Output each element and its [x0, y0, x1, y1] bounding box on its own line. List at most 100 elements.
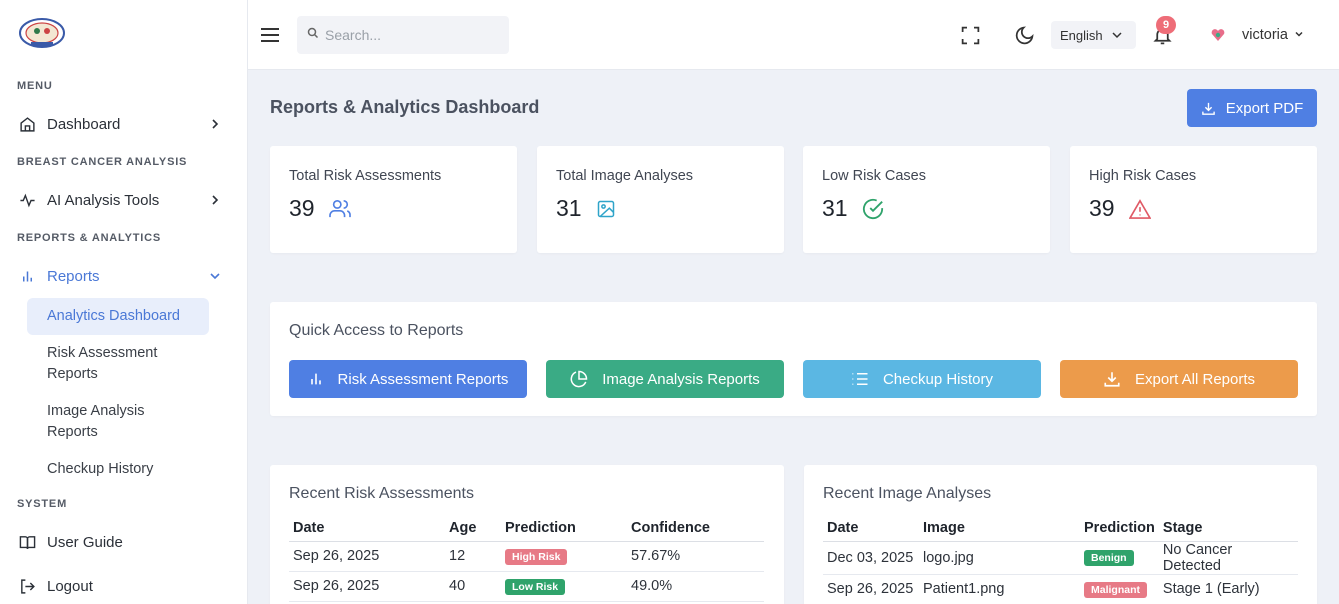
section-title-menu: MENU	[17, 80, 53, 92]
confidence-cell: 57.67%	[627, 541, 764, 572]
stat-label: Low Risk Cases	[822, 168, 926, 184]
sidebar-item-label: Dashboard	[47, 115, 121, 133]
download-icon	[1201, 101, 1216, 116]
image-analysis-reports-button[interactable]: Image Analysis Reports	[546, 360, 784, 398]
quick-button-label: Image Analysis Reports	[602, 370, 760, 388]
quick-access-card: Quick Access to Reports Risk Assessment …	[270, 302, 1317, 416]
sidebar-subitem-label: Reports	[47, 366, 98, 382]
chevron-right-icon	[208, 117, 222, 131]
recent-image-table: Date Image Prediction Stage Dec 03, 2025…	[823, 515, 1298, 604]
card-title: Recent Risk Assessments	[289, 485, 474, 502]
bar-chart-icon	[17, 266, 37, 286]
page-title: Reports & Analytics Dashboard	[270, 97, 540, 117]
search-input[interactable]	[325, 27, 495, 43]
column-header: Date	[823, 515, 919, 542]
column-header: Prediction	[1080, 515, 1159, 542]
table-row[interactable]: Sep 26, 2025 40 Low Risk 49.0%	[289, 571, 764, 602]
quick-button-label: Export All Reports	[1134, 370, 1256, 388]
topbar: English 9 victoria	[248, 0, 1339, 70]
chevron-down-icon	[1294, 27, 1304, 43]
check-circle-icon	[862, 198, 884, 220]
sidebar-item-ai-tools[interactable]: AI Analysis Tools	[17, 185, 222, 215]
sidebar-subitem-label: Checkup History	[47, 461, 154, 477]
image-icon	[596, 199, 616, 219]
quick-access-title: Quick Access to Reports	[289, 322, 464, 339]
chevron-down-icon	[1112, 28, 1122, 43]
quick-button-label: Risk Assessment Reports	[337, 370, 509, 388]
activity-icon	[17, 190, 37, 210]
dark-mode-moon-icon[interactable]	[1013, 24, 1035, 46]
language-label: English	[1060, 27, 1103, 43]
stat-label: High Risk Cases	[1089, 168, 1197, 184]
stat-value: 31	[556, 195, 582, 221]
chevron-right-icon	[208, 193, 222, 207]
date-cell: Sep 26, 2025	[823, 574, 919, 604]
card-title: Recent Image Analyses	[823, 485, 992, 502]
stat-value: 39	[1089, 195, 1115, 221]
column-header: Prediction	[501, 515, 627, 542]
sidebar-subitem-risk-assessment-reports[interactable]: Risk Assessment Reports	[27, 343, 209, 385]
sidebar-subitem-label: Risk Assessment	[47, 345, 158, 361]
language-select[interactable]: English	[1051, 21, 1136, 49]
sidebar: MENU Dashboard BREAST CANCER ANALYSIS AI…	[0, 0, 248, 604]
avatar	[1210, 27, 1226, 43]
confidence-cell: 49.0%	[627, 571, 764, 602]
table-row[interactable]: Sep 26, 2025 12 High Risk 57.67%	[289, 541, 764, 572]
warning-icon	[1128, 198, 1151, 219]
stat-card-total-image-analyses: Total Image Analyses 31	[537, 146, 784, 253]
stat-value: 39	[289, 195, 315, 221]
export-all-reports-button[interactable]: Export All Reports	[1060, 360, 1298, 398]
column-header: Date	[289, 515, 445, 542]
sidebar-subitem-analytics-dashboard[interactable]: Analytics Dashboard	[27, 298, 209, 335]
stat-card-total-risk-assessments: Total Risk Assessments 39	[270, 146, 517, 253]
column-header: Age	[445, 515, 501, 542]
users-icon	[328, 199, 351, 219]
table-row[interactable]: Sep 26, 2025 Patient1.png Malignant Stag…	[823, 574, 1298, 604]
app-logo[interactable]	[17, 16, 67, 50]
section-title-system: SYSTEM	[17, 498, 68, 510]
sidebar-subitem-checkup-history[interactable]: Checkup History	[27, 459, 209, 480]
age-cell: 40	[445, 571, 501, 602]
sidebar-subitem-label: Analytics Dashboard	[47, 308, 180, 324]
book-icon	[17, 532, 37, 552]
sidebar-item-dashboard[interactable]: Dashboard	[17, 109, 222, 139]
sidebar-item-logout[interactable]: Logout	[17, 571, 222, 601]
column-header: Confidence	[627, 515, 764, 542]
sidebar-item-label: AI Analysis Tools	[47, 191, 160, 209]
menu-toggle-icon[interactable]	[260, 25, 280, 45]
chevron-down-icon	[208, 269, 222, 283]
search-icon	[307, 26, 319, 44]
sidebar-item-reports[interactable]: Reports	[17, 261, 222, 291]
low-risk-badge: Low Risk	[505, 578, 566, 595]
stage-cell: No Cancer Detected	[1158, 541, 1298, 575]
stat-label: Total Image Analyses	[556, 168, 694, 184]
stat-label: Total Risk Assessments	[289, 168, 442, 184]
risk-assessment-reports-button[interactable]: Risk Assessment Reports	[289, 360, 527, 398]
sidebar-item-user-guide[interactable]: User Guide	[17, 527, 222, 557]
fullscreen-icon[interactable]	[959, 24, 981, 46]
section-title-breast-cancer: BREAST CANCER ANALYSIS	[17, 156, 188, 168]
user-menu[interactable]: victoria	[1210, 22, 1304, 48]
sidebar-subitem-image-analysis-reports[interactable]: Image Analysis Reports	[27, 401, 209, 443]
sidebar-item-label: User Guide	[47, 533, 123, 551]
image-cell: logo.jpg	[919, 541, 1080, 575]
recent-image-analyses-card: Recent Image Analyses Date Image Predict…	[804, 465, 1317, 604]
recent-risk-table: Date Age Prediction Confidence Sep 26, 2…	[289, 515, 764, 602]
sidebar-item-label: Reports	[47, 267, 100, 285]
home-icon	[17, 114, 37, 134]
logout-icon	[17, 576, 37, 596]
age-cell: 12	[445, 541, 501, 572]
stat-card-low-risk-cases: Low Risk Cases 31	[803, 146, 1050, 253]
checkup-history-button[interactable]: Checkup History	[803, 360, 1041, 398]
search-box	[297, 16, 509, 54]
recent-risk-assessments-card: Recent Risk Assessments Date Age Predict…	[270, 465, 784, 604]
high-risk-badge: High Risk	[505, 548, 568, 565]
quick-button-label: Checkup History	[882, 370, 994, 388]
table-row[interactable]: Dec 03, 2025 logo.jpg Benign No Cancer D…	[823, 541, 1298, 575]
stat-value: 31	[822, 195, 848, 221]
export-pdf-button[interactable]: Export PDF	[1187, 89, 1317, 127]
sidebar-subitem-label: Image Analysis	[47, 403, 145, 419]
sidebar-subitem-label: Reports	[47, 424, 98, 440]
notification-count-badge: 9	[1156, 16, 1176, 34]
bar-chart-icon	[308, 371, 324, 387]
